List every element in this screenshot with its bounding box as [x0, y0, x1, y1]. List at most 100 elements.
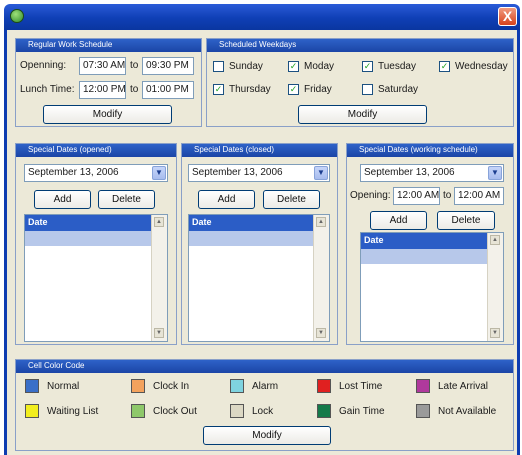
normal-label: Normal	[47, 380, 80, 392]
alarm-swatch	[230, 379, 244, 393]
alarm-label: Alarm	[252, 380, 279, 392]
special-opening-to-label: to	[443, 190, 452, 201]
special-opened-scrollbar[interactable]: ▲ ▼	[151, 215, 167, 341]
legend-late-arrival: Late Arrival	[416, 379, 488, 393]
special-closed-date-value: September 13, 2006	[192, 167, 283, 178]
close-button[interactable]: X	[498, 7, 517, 26]
scroll-down-icon[interactable]: ▼	[154, 328, 164, 338]
gain-time-swatch	[317, 404, 331, 418]
special-opening-to-field[interactable]: 12:00 AM	[454, 187, 504, 205]
weekday-saturday[interactable]: Saturday	[362, 84, 418, 95]
special-opening-from-field[interactable]: 12:00 AM	[393, 187, 440, 205]
special-working-add-button[interactable]: Add	[370, 211, 427, 230]
special-opened-title: Special Dates (opened)	[16, 144, 176, 157]
special-working-scrollbar[interactable]: ▲ ▼	[487, 233, 503, 341]
scroll-down-icon[interactable]: ▼	[316, 328, 326, 338]
special-working-list-header: Date	[361, 233, 487, 249]
color-code-title: Cell Color Code	[16, 360, 513, 373]
saturday-label: Saturday	[378, 84, 419, 95]
special-closed-title: Special Dates (closed)	[182, 144, 337, 157]
weekday-tuesday[interactable]: ✓ Tuesday	[362, 61, 416, 72]
thursday-label: Thursday	[229, 84, 271, 95]
list-item[interactable]	[189, 231, 313, 246]
special-working-delete-button[interactable]: Delete	[437, 211, 495, 230]
color-code-modify-button[interactable]: Modify	[203, 426, 331, 445]
legend-waiting-list: Waiting List	[25, 404, 98, 418]
lunch-to-label: to	[130, 84, 139, 95]
thursday-checkbox[interactable]: ✓	[213, 84, 224, 95]
opening-from-field[interactable]: 07:30 AM	[79, 57, 126, 75]
lost-time-label: Lost Time	[339, 380, 383, 392]
special-closed-add-button[interactable]: Add	[198, 190, 255, 209]
special-working-date-value: September 13, 2006	[364, 167, 455, 178]
waiting-list-swatch	[25, 404, 39, 418]
special-working-date-list[interactable]: Date ▲ ▼	[360, 232, 504, 342]
special-opened-add-button[interactable]: Add	[34, 190, 91, 209]
legend-lock: Lock	[230, 404, 273, 418]
list-item[interactable]	[25, 231, 151, 246]
special-working-title: Special Dates (working schedule)	[347, 144, 513, 157]
special-closed-delete-button[interactable]: Delete	[263, 190, 320, 209]
chevron-down-icon[interactable]: ▼	[488, 166, 502, 180]
regular-schedule-title: Regular Work Schedule	[16, 39, 201, 52]
legend-normal: Normal	[25, 379, 79, 393]
clock-in-label: Clock In	[153, 380, 190, 392]
regular-modify-button[interactable]: Modify	[43, 105, 172, 124]
special-opened-date-select[interactable]: September 13, 2006 ▼	[24, 164, 168, 182]
special-closed-list-header: Date	[189, 215, 313, 231]
legend-gain-time: Gain Time	[317, 404, 385, 418]
tuesday-label: Tuesday	[378, 61, 416, 72]
special-working-date-select[interactable]: September 13, 2006 ▼	[360, 164, 504, 182]
weekdays-modify-button[interactable]: Modify	[298, 105, 427, 124]
special-closed-date-select[interactable]: September 13, 2006 ▼	[188, 164, 330, 182]
special-opened-delete-button[interactable]: Delete	[98, 190, 155, 209]
weekday-wednesday[interactable]: ✓ Wednesday	[439, 61, 508, 72]
lock-label: Lock	[252, 405, 274, 417]
monday-label: Moday	[304, 61, 335, 72]
sunday-checkbox[interactable]	[213, 61, 224, 72]
lunch-label: Lunch Time:	[20, 84, 75, 95]
friday-label: Friday	[304, 84, 332, 95]
saturday-checkbox[interactable]	[362, 84, 373, 95]
special-opened-list-header: Date	[25, 215, 151, 231]
lock-swatch	[230, 404, 244, 418]
list-item[interactable]	[361, 249, 487, 264]
weekday-monday[interactable]: ✓ Moday	[288, 61, 334, 72]
opening-label: Openning:	[20, 60, 67, 71]
friday-checkbox[interactable]: ✓	[288, 84, 299, 95]
gain-time-label: Gain Time	[339, 405, 385, 417]
weekday-sunday[interactable]: Sunday	[213, 61, 263, 72]
scroll-down-icon[interactable]: ▼	[490, 328, 500, 338]
scroll-up-icon[interactable]: ▲	[154, 217, 164, 227]
title-bar[interactable]	[4, 4, 520, 30]
special-closed-scrollbar[interactable]: ▲ ▼	[313, 215, 329, 341]
special-closed-date-list[interactable]: Date ▲ ▼	[188, 214, 330, 342]
opening-to-field[interactable]: 09:30 PM	[142, 57, 194, 75]
scroll-up-icon[interactable]: ▲	[490, 235, 500, 245]
special-opened-date-list[interactable]: Date ▲ ▼	[24, 214, 168, 342]
legend-alarm: Alarm	[230, 379, 278, 393]
waiting-list-label: Waiting List	[47, 405, 99, 417]
chevron-down-icon[interactable]: ▼	[314, 166, 328, 180]
legend-clock-out: Clock Out	[131, 404, 197, 418]
legend-not-available: Not Available	[416, 404, 496, 418]
monday-checkbox[interactable]: ✓	[288, 61, 299, 72]
lunch-to-field[interactable]: 01:00 PM	[142, 81, 194, 99]
scroll-up-icon[interactable]: ▲	[316, 217, 326, 227]
weekdays-title: Scheduled Weekdays	[207, 39, 513, 52]
not-available-label: Not Available	[438, 405, 497, 417]
clock-out-swatch	[131, 404, 145, 418]
tuesday-checkbox[interactable]: ✓	[362, 61, 373, 72]
lunch-from-field[interactable]: 12:00 PM	[79, 81, 126, 99]
opening-to-label: to	[130, 60, 139, 71]
legend-clock-in: Clock In	[131, 379, 189, 393]
clock-out-label: Clock Out	[153, 405, 197, 417]
wednesday-label: Wednesday	[455, 61, 508, 72]
special-opened-date-value: September 13, 2006	[28, 167, 119, 178]
wednesday-checkbox[interactable]: ✓	[439, 61, 450, 72]
app-icon	[10, 9, 24, 23]
weekday-friday[interactable]: ✓ Friday	[288, 84, 332, 95]
clock-in-swatch	[131, 379, 145, 393]
weekday-thursday[interactable]: ✓ Thursday	[213, 84, 271, 95]
chevron-down-icon[interactable]: ▼	[152, 166, 166, 180]
